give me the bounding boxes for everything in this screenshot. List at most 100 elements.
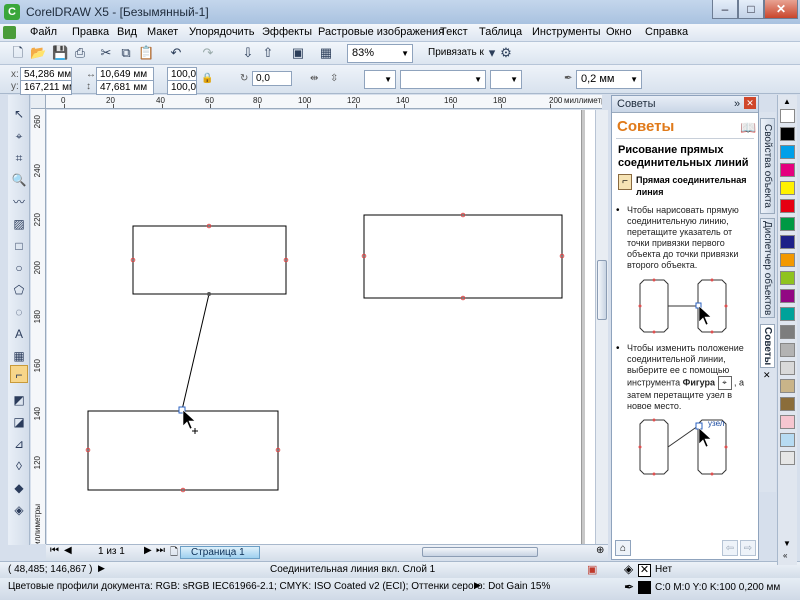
color-swatch[interactable] — [780, 217, 795, 231]
zoom-navigator-icon[interactable]: ⊕ — [596, 545, 604, 556]
ruler-origin[interactable] — [31, 95, 46, 109]
scale-y-field[interactable]: 100,0 — [167, 80, 197, 95]
tab-object-manager[interactable]: Диспетчер объектов — [760, 218, 775, 318]
close-tab-icon[interactable]: ✕ — [763, 370, 771, 381]
tab-object-properties[interactable]: Свойства объекта — [760, 118, 775, 214]
smart-fill-tool-icon[interactable]: ▨ — [10, 215, 28, 233]
rectangle-tool-icon[interactable]: □ — [10, 237, 28, 255]
close-window-button[interactable]: ✕ — [764, 0, 798, 19]
ellipse-tool-icon[interactable]: ○ — [10, 259, 28, 277]
crop-tool-icon[interactable]: ⌗ — [10, 149, 28, 167]
rotation-angle-field[interactable]: 0,0 — [252, 71, 292, 86]
cut-icon[interactable]: ✂ — [98, 45, 114, 61]
connector-start-node[interactable] — [207, 292, 211, 296]
outline-tool-icon[interactable]: ◊ — [10, 457, 28, 475]
no-fill-swatch-icon[interactable]: ✕ — [638, 564, 651, 577]
color-swatch[interactable] — [780, 307, 795, 321]
maximize-button[interactable]: □ — [738, 0, 764, 19]
menu-file[interactable]: Файл — [30, 26, 57, 38]
mirror-horizontal-icon[interactable]: ⇹ — [310, 73, 318, 84]
connector-line[interactable] — [181, 293, 210, 411]
palette-scroll-down-icon[interactable]: ▼ — [783, 539, 791, 548]
menu-arrange[interactable]: Упорядочить — [189, 26, 254, 38]
vertical-scrollbar[interactable] — [595, 110, 608, 544]
color-swatch[interactable] — [780, 235, 795, 249]
redo-icon[interactable]: ↷ — [200, 45, 216, 61]
menu-window[interactable]: Окно — [606, 26, 632, 38]
freehand-tool-icon[interactable]: 〰 — [10, 193, 28, 211]
add-page-icon[interactable]: 🗋 — [170, 545, 178, 562]
lock-ratio-icon[interactable]: 🔒 — [201, 73, 213, 84]
height-field[interactable]: 47,681 мм — [96, 80, 154, 95]
import-icon[interactable]: ⇩ — [240, 45, 256, 61]
table-tool-icon[interactable]: ▦ — [10, 347, 28, 365]
color-swatch[interactable] — [780, 271, 795, 285]
undo-icon[interactable]: ↶ — [168, 45, 184, 61]
minimize-button[interactable]: – — [712, 0, 738, 19]
application-launcher-icon[interactable]: ▣ — [290, 45, 306, 61]
vertical-ruler[interactable]: 260 240 220 200 180 160 140 120 миллимет… — [31, 109, 46, 544]
zoom-tool-icon[interactable]: 🔍 — [10, 171, 28, 189]
help-book-icon[interactable]: 📖 — [740, 120, 756, 136]
back-arrow-icon[interactable]: ⇦ — [722, 540, 738, 556]
menu-layout[interactable]: Макет — [147, 26, 178, 38]
color-swatch[interactable] — [780, 451, 795, 465]
menu-view[interactable]: Вид — [117, 26, 137, 38]
color-swatch[interactable] — [780, 343, 795, 357]
home-icon[interactable]: ⌂ — [615, 540, 631, 556]
shape-tool-icon[interactable]: ⌖ — [10, 127, 28, 145]
expand-status-icon[interactable]: ▶ — [98, 563, 105, 574]
horizontal-scrollbar-thumb[interactable] — [422, 547, 538, 557]
color-swatch[interactable] — [780, 199, 795, 213]
color-swatch[interactable] — [780, 433, 795, 447]
save-icon[interactable]: 💾 — [52, 45, 68, 61]
palette-scroll-up-icon[interactable]: ▲ — [783, 97, 791, 106]
document-menu-icon[interactable] — [3, 26, 16, 39]
open-folder-icon[interactable]: 📂 — [30, 45, 46, 61]
last-page-icon[interactable]: ⏭ — [156, 545, 165, 556]
menu-bitmaps[interactable]: Растровые изображения — [318, 26, 444, 38]
color-proof-icon[interactable]: ▣ — [587, 563, 597, 576]
forward-arrow-icon[interactable]: ⇨ — [740, 540, 756, 556]
new-document-icon[interactable]: 🗋 — [10, 45, 26, 61]
copy-icon[interactable]: ⧉ — [118, 45, 134, 61]
color-swatch[interactable] — [780, 289, 795, 303]
color-swatch[interactable] — [780, 181, 795, 195]
menu-table[interactable]: Таблица — [479, 26, 522, 38]
print-icon[interactable]: ⎙ — [72, 45, 88, 61]
export-icon[interactable]: ⇧ — [260, 45, 276, 61]
transparency-tool-icon[interactable]: ◪ — [10, 413, 28, 431]
color-swatch[interactable] — [780, 253, 795, 267]
color-swatch[interactable] — [780, 361, 795, 375]
color-swatch[interactable] — [780, 397, 795, 411]
zoom-level-combo[interactable]: 83% ▼ — [347, 44, 413, 63]
menu-text[interactable]: Текст — [440, 26, 468, 38]
menu-effects[interactable]: Эффекты — [262, 26, 312, 38]
previous-page-icon[interactable]: ◀ — [64, 545, 72, 556]
coreldraw-app-icon[interactable]: C — [4, 4, 20, 20]
outline-width-select[interactable]: 0,2 мм ▼ — [576, 70, 642, 89]
page-tab[interactable]: Страница 1 — [180, 546, 260, 559]
rectangle-object[interactable] — [363, 214, 563, 299]
blend-tool-icon[interactable]: ◩ — [10, 391, 28, 409]
next-page-icon[interactable]: ▶ — [144, 545, 152, 556]
color-swatch[interactable] — [780, 145, 795, 159]
color-swatch[interactable] — [780, 163, 795, 177]
color-profiles[interactable]: Цветовые профили документа: RGB: sRGB IE… — [8, 581, 550, 592]
end-arrowhead-select[interactable]: ▼ — [490, 70, 522, 89]
connector-tool-icon[interactable]: ⌐ — [10, 365, 28, 383]
tab-hints[interactable]: Советы — [760, 324, 775, 368]
rectangle-object[interactable] — [132, 225, 287, 295]
collapse-docker-icon[interactable]: » — [734, 96, 740, 112]
paste-icon[interactable]: 📋 — [138, 45, 154, 61]
color-swatch[interactable] — [780, 109, 795, 123]
interactive-fill-tool-icon[interactable]: ◈ — [10, 501, 28, 519]
drawing-canvas[interactable] — [47, 110, 595, 544]
close-docker-icon[interactable]: ✕ — [744, 97, 756, 109]
menu-edit[interactable]: Правка — [72, 26, 109, 38]
outline-color-swatch[interactable] — [638, 581, 651, 594]
menu-tools[interactable]: Инструменты — [532, 26, 601, 38]
snap-to-dropdown[interactable]: Привязать к — [428, 47, 484, 58]
welcome-screen-icon[interactable]: ▦ — [318, 45, 334, 61]
fill-tool-icon[interactable]: ◆ — [10, 479, 28, 497]
